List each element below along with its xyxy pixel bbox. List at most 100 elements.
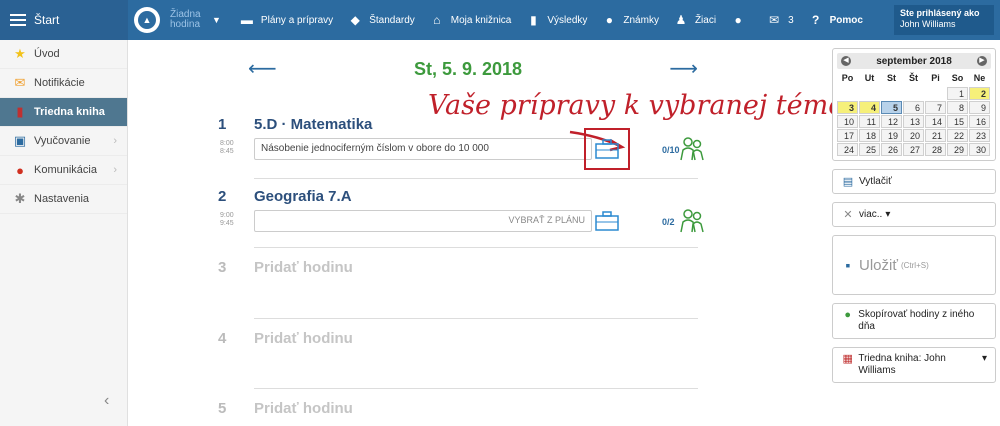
calendar-day[interactable]: 15 [947,115,968,128]
calendar-day[interactable]: 16 [969,115,990,128]
tools-icon: ✕ [843,209,853,221]
calendar-day[interactable]: 8 [947,101,968,114]
briefcase-icon[interactable] [594,138,620,160]
user-caption: Ste prihlásený ako [900,8,980,18]
calendar-prev-icon[interactable]: ◀ [841,56,851,66]
chevron-right-icon: › [113,164,117,176]
sidebar-item-vyucovanie[interactable]: ▣ Vyučovanie › [0,127,127,156]
nav-results[interactable]: ▮ Výsledky [525,13,587,27]
calendar-day[interactable]: 23 [969,129,990,142]
briefcase-icon[interactable] [594,210,620,232]
students-icon[interactable] [678,208,706,234]
save-label: Uložiť [859,256,898,274]
sidebar-item-nastavenia[interactable]: ✱ Nastavenia [0,185,127,214]
nav-students-label: Žiaci [694,14,717,26]
lesson-selector[interactable]: ▲ Žiadna hodina ▼ [134,7,221,33]
nav-students[interactable]: ♟ Žiaci [673,13,717,27]
calendar-day[interactable]: 30 [969,143,990,156]
copy-lessons-button[interactable]: ● Skopírovať hodiny z iného dňa [832,303,996,339]
calendar-day[interactable]: 13 [903,115,924,128]
user-box[interactable]: Ste prihlásený ako John Williams [894,5,994,35]
lesson-time-end: 8:45 [220,148,234,155]
calendar-day[interactable]: 12 [881,115,902,128]
lesson-time: 9:00 9:45 [220,212,234,228]
calendar-day[interactable]: 26 [881,143,902,156]
stack-icon: ▬ [240,13,253,27]
lesson-topic-input[interactable]: Násobenie jednociferným číslom v obore d… [254,138,592,160]
classbook-button[interactable]: ▦ Triedna kniha: John Williams ▾ [832,347,996,383]
sidebar-item-komunikacia[interactable]: ● Komunikácia › [0,156,127,185]
calendar-day[interactable]: 9 [969,101,990,114]
calendar-day[interactable]: 28 [925,143,946,156]
calendar-day[interactable]: 25 [859,143,880,156]
calendar-day[interactable]: 10 [837,115,858,128]
sidebar-item-notifikacie[interactable]: ✉ Notifikácie [0,69,127,98]
sidebar-item-triedna-kniha[interactable]: ▮ Triedna kniha [0,98,127,127]
calendar-day[interactable]: 1 [947,87,968,100]
chevron-down-icon: ▼ [212,15,221,25]
attendance-count: 0/10 [662,145,680,155]
chevron-down-icon: ▾ [885,209,891,220]
calendar-day[interactable]: 22 [947,129,968,142]
nav-grades-label: Známky [623,14,659,26]
nav-library[interactable]: ⌂ Moja knižnica [429,13,511,27]
save-shortcut: (Ctrl+S) [900,260,929,270]
save-button[interactable]: ▪ Uložiť (Ctrl+S) [832,235,996,295]
calendar-day[interactable]: 18 [859,129,880,142]
calendar-day[interactable]: 19 [881,129,902,142]
lesson-title[interactable]: 5.D · Matematika [254,116,372,133]
lesson-1: 1 5.D · Matematika 8:00 8:45 Násobenie je… [218,116,704,178]
add-lesson-label: Pridať hodinu [254,259,353,276]
arrow-right-icon[interactable]: ⟶ [669,58,698,80]
nav-grades[interactable]: ● Známky [601,13,659,27]
calendar-day[interactable]: 5 [881,101,902,114]
calendar-weekday: Ut [864,73,875,83]
empty-slot-5[interactable]: 5 Pridať hodinu [218,400,698,422]
calendar-day[interactable]: 20 [903,129,924,142]
chat-button[interactable]: ● [730,13,752,27]
empty-slot-3[interactable]: 3 Pridať hodinu [218,259,698,299]
calendar-day[interactable]: 17 [837,129,858,142]
calendar-day[interactable]: 14 [925,115,946,128]
empty-slot-4[interactable]: 4 Pridať hodinu [218,330,698,370]
calendar-day[interactable]: 3 [837,101,858,114]
lesson-2: 2 Geografia 7.A 9:00 9:45 VYBRAŤ Z PLÁNU … [218,188,704,250]
more-button[interactable]: ✕ viac.. ▾ [832,202,996,227]
calendar-weekday: St [887,73,896,83]
calendar-day[interactable]: 29 [947,143,968,156]
divider [254,318,698,319]
nav-plans[interactable]: ▬ Plány a prípravy [239,13,333,27]
calendar-day[interactable]: 21 [925,129,946,142]
calendar-day[interactable]: 6 [903,101,924,114]
copy-label: Skopírovať hodiny z iného dňa [858,309,975,332]
students-icon[interactable] [678,136,706,162]
start-menu-button[interactable]: Štart [0,0,128,40]
mail-button[interactable]: ✉ 3 [766,13,794,27]
sidebar-item-label: Notifikácie [34,77,85,89]
classbook-label: Triedna kniha: John Williams [858,353,946,376]
calendar-day[interactable]: 2 [969,87,990,100]
calendar-day[interactable]: 4 [859,101,880,114]
calendar-day[interactable]: 7 [925,101,946,114]
sidebar-item-uvod[interactable]: ★ Úvod [0,40,127,69]
calendar-day[interactable]: 27 [903,143,924,156]
select-from-plan-input[interactable]: VYBRAŤ Z PLÁNU [254,210,592,232]
lesson-number: 2 [218,188,227,205]
nav-standards[interactable]: ◆ Štandardy [347,13,415,27]
collapse-sidebar-button[interactable]: ‹ [104,392,109,410]
calendar-day[interactable]: 11 [859,115,880,128]
calendar-day[interactable]: 24 [837,143,858,156]
calendar-next-icon[interactable]: ▶ [976,56,987,66]
grade-icon: ● [605,13,614,27]
graduation-cap-icon: ▲ [134,7,160,33]
nav-standards-label: Štandardy [369,14,415,26]
lesson-title[interactable]: Geografia 7.A [254,188,352,205]
print-button[interactable]: ▤ Vytlačiť [832,169,996,194]
help-button[interactable]: ? Pomoc [808,13,863,27]
gear-icon: ✱ [14,191,26,206]
sidebar-item-label: Úvod [34,48,60,60]
calendar-grid: Po Ut St Št Pi So Ne 1 2 3 4 5 6 7 8 9 10 11 12 13 14 15 16 17 1… [837,73,991,156]
calendar: ◀ september 2018 ▶ Po Ut St Št Pi So Ne 1 2 3 4 5 6 7… [832,48,996,161]
star-icon: ★ [14,46,26,61]
lesson-number: 4 [218,330,227,347]
